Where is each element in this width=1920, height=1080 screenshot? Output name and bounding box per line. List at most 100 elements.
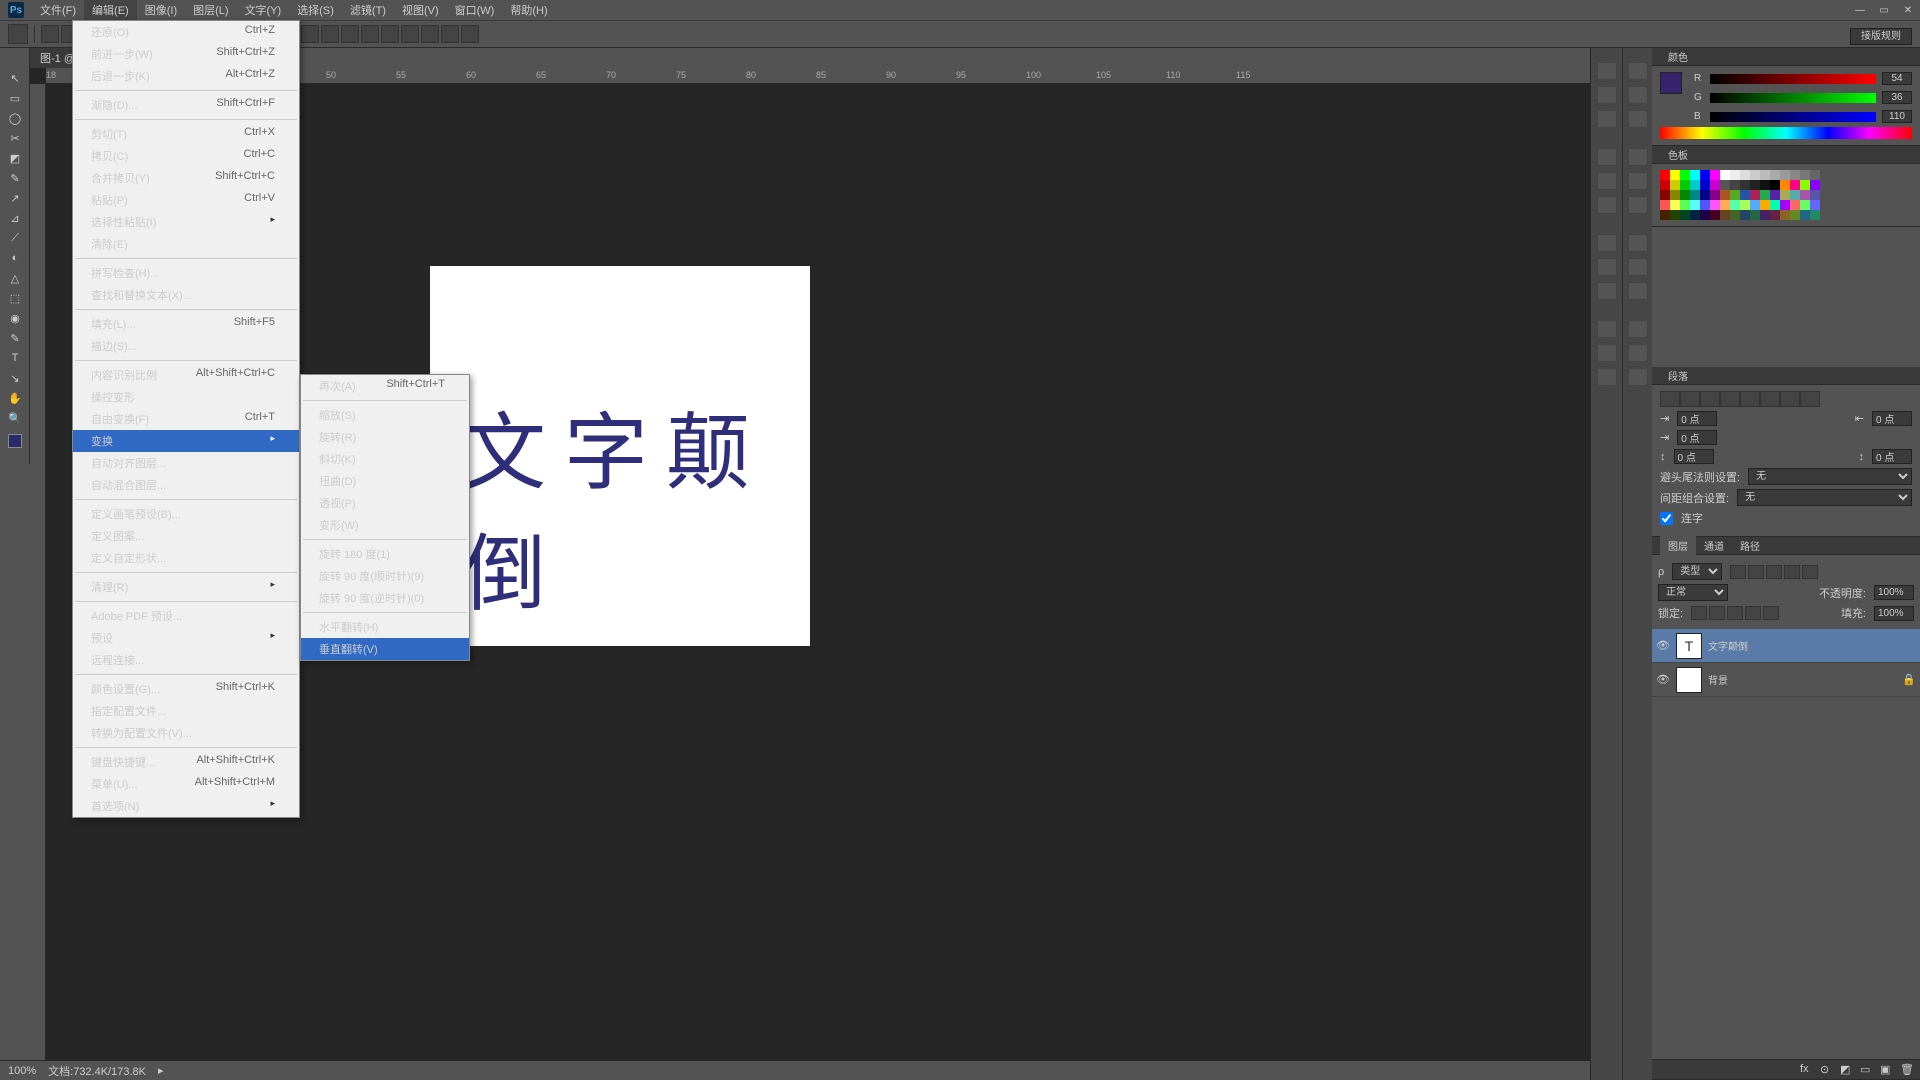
menu-item[interactable]: 拼写检查(H)... [73, 262, 299, 284]
swatch[interactable] [1810, 200, 1820, 210]
options-icon[interactable] [41, 25, 59, 43]
indent-left-input[interactable] [1677, 411, 1717, 426]
swatch[interactable] [1770, 170, 1780, 180]
layer-row[interactable]: 👁背景🔒 [1652, 663, 1920, 697]
panel-icon[interactable] [1597, 172, 1617, 190]
swatch[interactable] [1710, 200, 1720, 210]
swatch[interactable] [1760, 190, 1770, 200]
swatch[interactable] [1780, 210, 1790, 220]
align-button[interactable] [1660, 391, 1680, 407]
swatch[interactable] [1770, 190, 1780, 200]
tool-button[interactable]: ✋ [0, 388, 30, 408]
panel-icon[interactable] [1597, 62, 1617, 80]
swatch[interactable] [1770, 200, 1780, 210]
tool-button[interactable]: ◩ [0, 148, 30, 168]
swatch[interactable] [1790, 180, 1800, 190]
r-slider[interactable] [1710, 74, 1876, 84]
swatch[interactable] [1670, 200, 1680, 210]
menu-item[interactable]: 再次(A)Shift+Ctrl+T [301, 375, 469, 397]
options-icon[interactable] [341, 25, 359, 43]
panel-icon[interactable] [1597, 282, 1617, 300]
layers-tab[interactable]: 路径 [1732, 536, 1768, 555]
swatch[interactable] [1760, 180, 1770, 190]
zoom-level[interactable]: 100% [8, 1065, 36, 1077]
swatch[interactable] [1700, 190, 1710, 200]
space-after-input[interactable] [1872, 449, 1912, 464]
layer-icon[interactable] [1730, 565, 1746, 579]
menubar-item[interactable]: 帮助(H) [502, 0, 555, 21]
menu-item[interactable]: 转换为配置文件(V)... [73, 722, 299, 744]
options-icon[interactable] [441, 25, 459, 43]
swatch[interactable] [1750, 170, 1760, 180]
swatch[interactable] [1720, 190, 1730, 200]
menu-item[interactable]: 选择性粘贴(I) [73, 211, 299, 233]
swatch[interactable] [1790, 210, 1800, 220]
panel-icon[interactable] [1628, 86, 1648, 104]
layer-action-icon[interactable]: ▭ [1860, 1063, 1874, 1077]
options-icon[interactable] [381, 25, 399, 43]
swatch[interactable] [1690, 190, 1700, 200]
close-button[interactable]: ✕ [1896, 0, 1920, 20]
layer-icon[interactable] [1763, 606, 1779, 620]
menubar-item[interactable]: 选择(S) [289, 0, 342, 21]
swatch[interactable] [1810, 210, 1820, 220]
menubar-item[interactable]: 图像(I) [137, 0, 185, 21]
swatch[interactable] [1660, 170, 1670, 180]
panel-icon[interactable] [1597, 148, 1617, 166]
swatch[interactable] [1680, 180, 1690, 190]
align-button[interactable] [1700, 391, 1720, 407]
panel-icon[interactable] [1597, 234, 1617, 252]
swatch[interactable] [1710, 170, 1720, 180]
menu-item[interactable]: 指定配置文件... [73, 700, 299, 722]
menu-item[interactable]: 垂直翻转(V) [301, 638, 469, 660]
swatch[interactable] [1670, 210, 1680, 220]
tool-button[interactable]: ◯ [0, 108, 30, 128]
panel-icon[interactable] [1597, 258, 1617, 276]
b-value[interactable]: 110 [1882, 110, 1912, 123]
menu-item[interactable]: 旋转(R) [301, 426, 469, 448]
swatch[interactable] [1660, 190, 1670, 200]
layer-icon[interactable] [1745, 606, 1761, 620]
tool-button[interactable]: ↘ [0, 368, 30, 388]
menubar-item[interactable]: 滤镜(T) [342, 0, 394, 21]
swatch[interactable] [1690, 170, 1700, 180]
swatch[interactable] [1700, 170, 1710, 180]
tool-button[interactable]: ◐ [0, 248, 30, 268]
swatch[interactable] [1780, 170, 1790, 180]
menu-item[interactable]: 旋转 90 度(顺时针)(9) [301, 565, 469, 587]
visibility-icon[interactable]: 👁 [1656, 639, 1670, 653]
layer-icon[interactable] [1784, 565, 1800, 579]
align-button[interactable] [1800, 391, 1820, 407]
panel-icon[interactable] [1628, 344, 1648, 362]
tool-button[interactable]: 🔍 [0, 408, 30, 428]
tool-button[interactable]: ✎ [0, 168, 30, 188]
panel-icon[interactable] [1628, 148, 1648, 166]
menu-item[interactable]: 颜色设置(G)...Shift+Ctrl+K [73, 678, 299, 700]
swatches-tab[interactable]: 色板 [1660, 145, 1696, 164]
tool-button[interactable]: ↗ [0, 188, 30, 208]
canvas[interactable]: 文字颠倒 [430, 266, 810, 646]
panel-icon[interactable] [1597, 86, 1617, 104]
menu-item[interactable]: 斜切(K) [301, 448, 469, 470]
layers-tab[interactable]: 图层 [1660, 536, 1696, 555]
menu-item[interactable]: 后退一步(K)Alt+Ctrl+Z [73, 65, 299, 87]
swatch[interactable] [1730, 210, 1740, 220]
menu-item[interactable]: 键盘快捷键...Alt+Shift+Ctrl+K [73, 751, 299, 773]
options-icon[interactable] [461, 25, 479, 43]
menubar-item[interactable]: 图层(L) [185, 0, 236, 21]
swatch[interactable] [1660, 200, 1670, 210]
panel-icon[interactable] [1597, 320, 1617, 338]
swatch[interactable] [1780, 200, 1790, 210]
panel-icon[interactable] [1597, 368, 1617, 386]
menu-item[interactable]: 还原(O)Ctrl+Z [73, 21, 299, 43]
swatch[interactable] [1790, 170, 1800, 180]
swatch[interactable] [1730, 180, 1740, 190]
layer-icon[interactable] [1709, 606, 1725, 620]
swatch[interactable] [1670, 170, 1680, 180]
swatch[interactable] [1760, 210, 1770, 220]
swatch[interactable] [1710, 190, 1720, 200]
tool-button[interactable]: ⟋ [0, 228, 30, 248]
panel-icon[interactable] [1628, 196, 1648, 214]
panel-icon[interactable] [1628, 282, 1648, 300]
swatch[interactable] [1680, 170, 1690, 180]
